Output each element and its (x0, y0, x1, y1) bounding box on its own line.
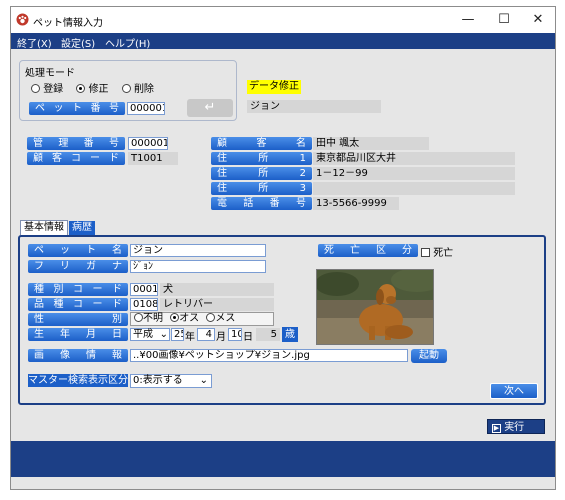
breed-name-value: レトリバー (160, 298, 274, 311)
enter-button[interactable]: ↵ (187, 99, 233, 117)
age-unit: 歳 (282, 327, 298, 342)
next-button[interactable]: 次へ (490, 383, 538, 399)
breed-code-label: 品種コード (28, 298, 128, 311)
sex-radio-group: 不明 オス メス (130, 312, 274, 326)
day-unit: 日 (243, 332, 253, 343)
type-name-value: 犬 (160, 283, 274, 296)
mode-group-title: 処理モード (25, 68, 75, 79)
birthdate-label: 生年月日 (28, 328, 128, 341)
pet-number-input[interactable]: 000001 (127, 102, 165, 115)
tab-basic-info[interactable]: 基本情報 (20, 220, 68, 235)
minimize-button[interactable]: — (453, 10, 483, 30)
mode-modify-radio[interactable]: 修正 (76, 84, 109, 95)
address3-label: 住所3 (211, 182, 312, 195)
address3-value (313, 182, 515, 195)
pet-kana-input[interactable]: ｼﾞｮﾝ (130, 260, 266, 273)
birth-month-input[interactable]: 4 (197, 328, 215, 341)
mode-register-radio[interactable]: 登録 (31, 84, 63, 95)
mgmt-number-label: 管理番号 (27, 137, 125, 150)
age-value: 5 (256, 328, 280, 341)
sex-label: 性別 (28, 313, 128, 326)
customer-code-label: 顧客コード (27, 152, 125, 165)
phone-value: 13-5566-9999 (313, 197, 399, 210)
status-bar (11, 441, 555, 477)
maximize-button[interactable]: ☐ (489, 10, 519, 30)
mode-radio-group: 登録 修正 削除 (31, 80, 231, 95)
master-display-select[interactable]: 0:表示する ⌄ (130, 374, 212, 388)
menu-settings[interactable]: 設定(S) (61, 35, 95, 50)
birth-year-input[interactable]: 25 (171, 328, 184, 341)
retriever-photo-image (317, 270, 433, 344)
address2-label: 住所2 (211, 167, 312, 180)
pet-name-display: ジョン (247, 100, 381, 113)
sex-unknown-radio[interactable]: 不明 (134, 313, 163, 324)
image-path-input[interactable]: ..¥00画像¥ペットショップ¥ジョン.jpg (130, 349, 408, 362)
phone-label: 電話番号 (211, 197, 312, 210)
app-paw-icon (16, 13, 29, 26)
menu-exit[interactable]: 終了(X) (17, 35, 52, 50)
year-unit: 年 (185, 332, 195, 343)
month-unit: 月 (216, 332, 226, 343)
menu-help[interactable]: ヘルプ(H) (105, 35, 150, 50)
customer-name-value: 田中 颯太 (313, 137, 429, 150)
mode-delete-radio[interactable]: 削除 (121, 84, 154, 95)
chevron-down-icon: ⌄ (159, 329, 168, 340)
address1-label: 住所1 (211, 152, 312, 165)
window-title: ペット情報入力 (33, 18, 103, 29)
pet-kana-label: フリガナ (28, 260, 128, 273)
customer-name-label: 顧客名 (211, 137, 312, 150)
menu-bar: 終了(X) 設定(S) ヘルプ(H) (11, 33, 555, 50)
pet-number-label: ペット番号 (29, 102, 125, 115)
play-icon: ▶ (492, 424, 501, 433)
birth-day-input[interactable]: 10 (228, 328, 242, 341)
tab-history[interactable]: 病歴 (69, 221, 95, 235)
deceased-label: 死亡区分 (318, 244, 418, 257)
type-code-label: 種別コード (28, 283, 128, 296)
mode-status-badge: データ修正 (247, 80, 301, 94)
execute-button[interactable]: ▶ 実行 (487, 419, 545, 434)
customer-code-value: T1001 (128, 152, 178, 165)
pet-name-input[interactable]: ジョン (130, 244, 266, 257)
image-info-label: 画像情報 (28, 349, 128, 362)
launch-button[interactable]: 起動 (411, 349, 447, 363)
close-button[interactable]: ✕ (523, 10, 553, 30)
address1-value: 東京都品川区大井 (313, 152, 515, 165)
pet-name-label: ペット名 (28, 244, 128, 257)
chevron-down-icon: ⌄ (199, 375, 208, 386)
title-bar: ペット情報入力 — ☐ ✕ (11, 7, 555, 33)
pet-photo (316, 269, 434, 345)
sex-female-radio[interactable]: メス (206, 313, 235, 324)
era-select[interactable]: 平成 ⌄ (130, 328, 170, 341)
master-display-label: マスター検索表示区分 (28, 374, 128, 387)
breed-code-input[interactable]: 0108 (130, 298, 158, 311)
deceased-checkbox[interactable]: 死亡 (421, 244, 453, 259)
mgmt-number-input[interactable]: 000001 (128, 137, 168, 150)
address2-value: 1－12－99 (313, 167, 515, 180)
app-window: ペット情報入力 — ☐ ✕ 終了(X) 設定(S) ヘルプ(H) 処理モード 登… (10, 6, 556, 490)
type-code-input[interactable]: 0001 (130, 283, 158, 296)
sex-male-radio[interactable]: オス (170, 313, 199, 324)
execute-label: 実行 (504, 422, 525, 433)
